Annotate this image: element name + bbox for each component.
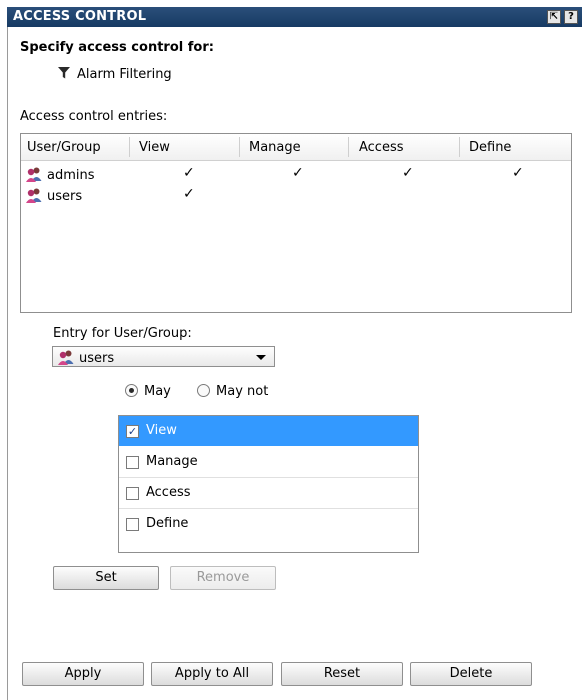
- remove-button[interactable]: Remove: [170, 566, 276, 590]
- user-group-icon: [26, 167, 42, 182]
- target-object: Alarm Filtering: [57, 66, 172, 82]
- entries-label: Access control entries:: [20, 109, 168, 124]
- manage-checkbox[interactable]: [126, 456, 139, 469]
- view-check-icon: ✓: [183, 165, 195, 181]
- set-button[interactable]: Set: [53, 566, 159, 590]
- panel-title-bar: ACCESS CONTROL ⇱ ?: [7, 7, 582, 27]
- permission-item-manage[interactable]: Manage: [119, 447, 418, 477]
- permission-list: ✓ View Manage Access Define: [118, 415, 419, 553]
- row-name-text: admins: [47, 168, 95, 183]
- define-checkbox[interactable]: [126, 518, 139, 531]
- may-not-radio[interactable]: [197, 384, 211, 397]
- column-separator[interactable]: [459, 137, 460, 157]
- user-group-select[interactable]: users: [52, 346, 275, 367]
- row-group-name: admins: [25, 166, 95, 183]
- reset-button[interactable]: Reset: [281, 662, 403, 686]
- help-icon[interactable]: ?: [564, 10, 578, 24]
- table-row[interactable]: users ✓: [21, 185, 571, 205]
- user-group-icon: [26, 188, 42, 203]
- may-mode-radio-group: May May not: [125, 384, 268, 399]
- permission-item-define[interactable]: Define: [119, 509, 418, 539]
- row-group-name: users: [25, 187, 82, 204]
- column-separator[interactable]: [129, 137, 130, 157]
- column-header-user-group[interactable]: User/Group: [27, 140, 101, 155]
- permission-item-access[interactable]: Access: [119, 478, 418, 508]
- selected-group: users: [57, 349, 114, 366]
- chevron-down-icon[interactable]: [256, 355, 266, 360]
- column-header-define[interactable]: Define: [469, 140, 511, 155]
- permission-label: Define: [146, 516, 189, 531]
- permission-label: Manage: [146, 454, 198, 469]
- delete-button[interactable]: Delete: [410, 662, 532, 686]
- column-header-manage[interactable]: Manage: [249, 140, 301, 155]
- table-row[interactable]: admins ✓ ✓ ✓ ✓: [21, 164, 571, 184]
- permission-item-view[interactable]: ✓ View: [119, 416, 418, 446]
- restore-icon[interactable]: ⇱: [547, 10, 561, 24]
- panel-title: ACCESS CONTROL: [13, 9, 147, 24]
- user-group-icon: [58, 350, 74, 365]
- apply-to-all-button[interactable]: Apply to All: [151, 662, 273, 686]
- define-check-icon: ✓: [512, 165, 524, 181]
- may-radio-label[interactable]: May: [144, 384, 171, 399]
- access-check-icon: ✓: [402, 165, 414, 181]
- view-check-icon: ✓: [183, 186, 195, 202]
- access-checkbox[interactable]: [126, 487, 139, 500]
- entry-for-label: Entry for User/Group:: [53, 326, 192, 341]
- may-not-radio-label[interactable]: May not: [216, 384, 268, 399]
- manage-check-icon: ✓: [292, 165, 304, 181]
- target-object-name: Alarm Filtering: [77, 67, 172, 82]
- funnel-icon: [58, 67, 70, 79]
- access-entries-table: User/Group View Manage Access Define adm…: [20, 133, 572, 313]
- column-separator[interactable]: [348, 137, 349, 157]
- table-header: User/Group View Manage Access Define: [21, 134, 571, 161]
- selected-group-text: users: [79, 351, 115, 366]
- column-separator[interactable]: [239, 137, 240, 157]
- column-header-access[interactable]: Access: [359, 140, 404, 155]
- view-checkbox[interactable]: ✓: [126, 425, 139, 438]
- permission-label: Access: [146, 485, 191, 500]
- apply-button[interactable]: Apply: [22, 662, 144, 686]
- may-radio[interactable]: [125, 384, 138, 397]
- row-name-text: users: [47, 189, 83, 204]
- column-header-view[interactable]: View: [139, 140, 170, 155]
- access-control-heading: Specify access control for:: [20, 40, 214, 55]
- permission-label: View: [146, 423, 177, 438]
